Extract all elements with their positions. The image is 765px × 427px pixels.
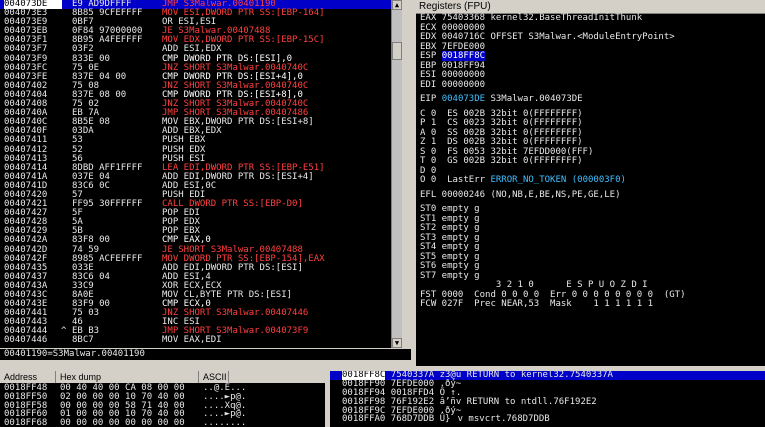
disasm-hex-bytes: 03DA bbox=[72, 126, 94, 137]
stack-comment: z3@u RETURN to kernel32.7540337A bbox=[439, 371, 613, 380]
dump-address: 0018FF68 bbox=[4, 418, 48, 427]
register-line[interactable]: EIP 004073DE S3Malwar.004073DE bbox=[416, 94, 765, 105]
disasm-hex-bytes: 52 bbox=[72, 144, 83, 155]
disasm-hex-bytes: 5A bbox=[72, 217, 83, 228]
stack-pane[interactable]: 0018FF8C 7540337A z3@u RETURN to kernel3… bbox=[330, 371, 765, 427]
register-line[interactable]: T 0 GS 002B 32bit 0(FFFFFFFF) bbox=[416, 156, 765, 167]
dump-hex: 00 00 00 00 00 00 00 00 bbox=[60, 418, 185, 427]
disasm-hex-bytes: 53 bbox=[72, 135, 83, 146]
disassembly-scrollbar[interactable]: ▲ ▼ bbox=[391, 0, 402, 348]
register-line[interactable]: EFL 00000246 (NO,NB,E,BE,NS,PE,GE,LE) bbox=[416, 190, 765, 201]
hex-dump-pane[interactable]: Address Hex dump ASCII 0018FF48 00 40 40 … bbox=[0, 371, 325, 427]
disasm-row[interactable]: 00407446 8BC7 MOV EAX,EDI bbox=[0, 336, 391, 345]
registers-pane[interactable]: Registers (FPU) EAX 75403368 kernel32.Ba… bbox=[416, 0, 765, 366]
register-line[interactable]: O 0 LastErr ERROR_NO_TOKEN (000003F0) bbox=[416, 175, 765, 186]
registers-title[interactable]: Registers (FPU) bbox=[416, 0, 765, 14]
disasm-address: 00407446 bbox=[4, 335, 48, 346]
dump-header-hex[interactable]: Hex dump bbox=[56, 371, 199, 383]
register-line[interactable]: EDI 00000000 bbox=[416, 80, 765, 91]
stack-comment: Û}v msvcrt.768D7DDB bbox=[439, 414, 550, 425]
info-line: 00401190=S3Malwar.00401190 bbox=[0, 349, 415, 360]
disasm-hex-bytes: 8BC7 bbox=[72, 335, 94, 346]
disasm-hex-bytes: 75 03 bbox=[72, 308, 100, 319]
scroll-up-arrow-icon[interactable]: ▲ bbox=[392, 0, 402, 10]
disasm-hex-bytes: FF95 30FFFFFF bbox=[72, 199, 143, 210]
disasm-jump-marker: ^ bbox=[61, 326, 67, 337]
scroll-thumb[interactable] bbox=[392, 42, 402, 60]
disasm-hex-bytes: 83C6 0C bbox=[72, 180, 110, 191]
dump-header-address[interactable]: Address bbox=[0, 371, 56, 383]
stack-row[interactable]: 0018FFA0 768D7DDB Û}v msvcrt.768D7DDB bbox=[330, 415, 765, 424]
disasm-hex-bytes: 5F bbox=[72, 208, 83, 219]
dump-header-ascii[interactable]: ASCII bbox=[199, 371, 229, 383]
scroll-down-arrow-icon[interactable]: ▼ bbox=[392, 338, 402, 348]
dump-row[interactable]: 0018FF68 00 00 00 00 00 00 00 00........ bbox=[0, 419, 325, 427]
esp-value-highlight: 0018FF8C bbox=[441, 51, 486, 61]
stack-comment: â’ñv RETURN to ntdll.76F192E2 bbox=[439, 396, 597, 407]
register-line[interactable]: FCW 027F Prec NEAR,53 Mask 1 1 1 1 1 1 bbox=[416, 299, 765, 310]
stack-value: 768D7DDB bbox=[390, 414, 435, 425]
stack-address: 0018FFA0 bbox=[342, 414, 386, 425]
disasm-instruction: MOV EAX,EDI bbox=[162, 335, 222, 346]
disassembly-pane[interactable]: 004073DE E9 AD9DFFFF JMP S3Malwar.00401190… bbox=[0, 0, 391, 348]
dump-ascii: ........ bbox=[203, 418, 247, 427]
